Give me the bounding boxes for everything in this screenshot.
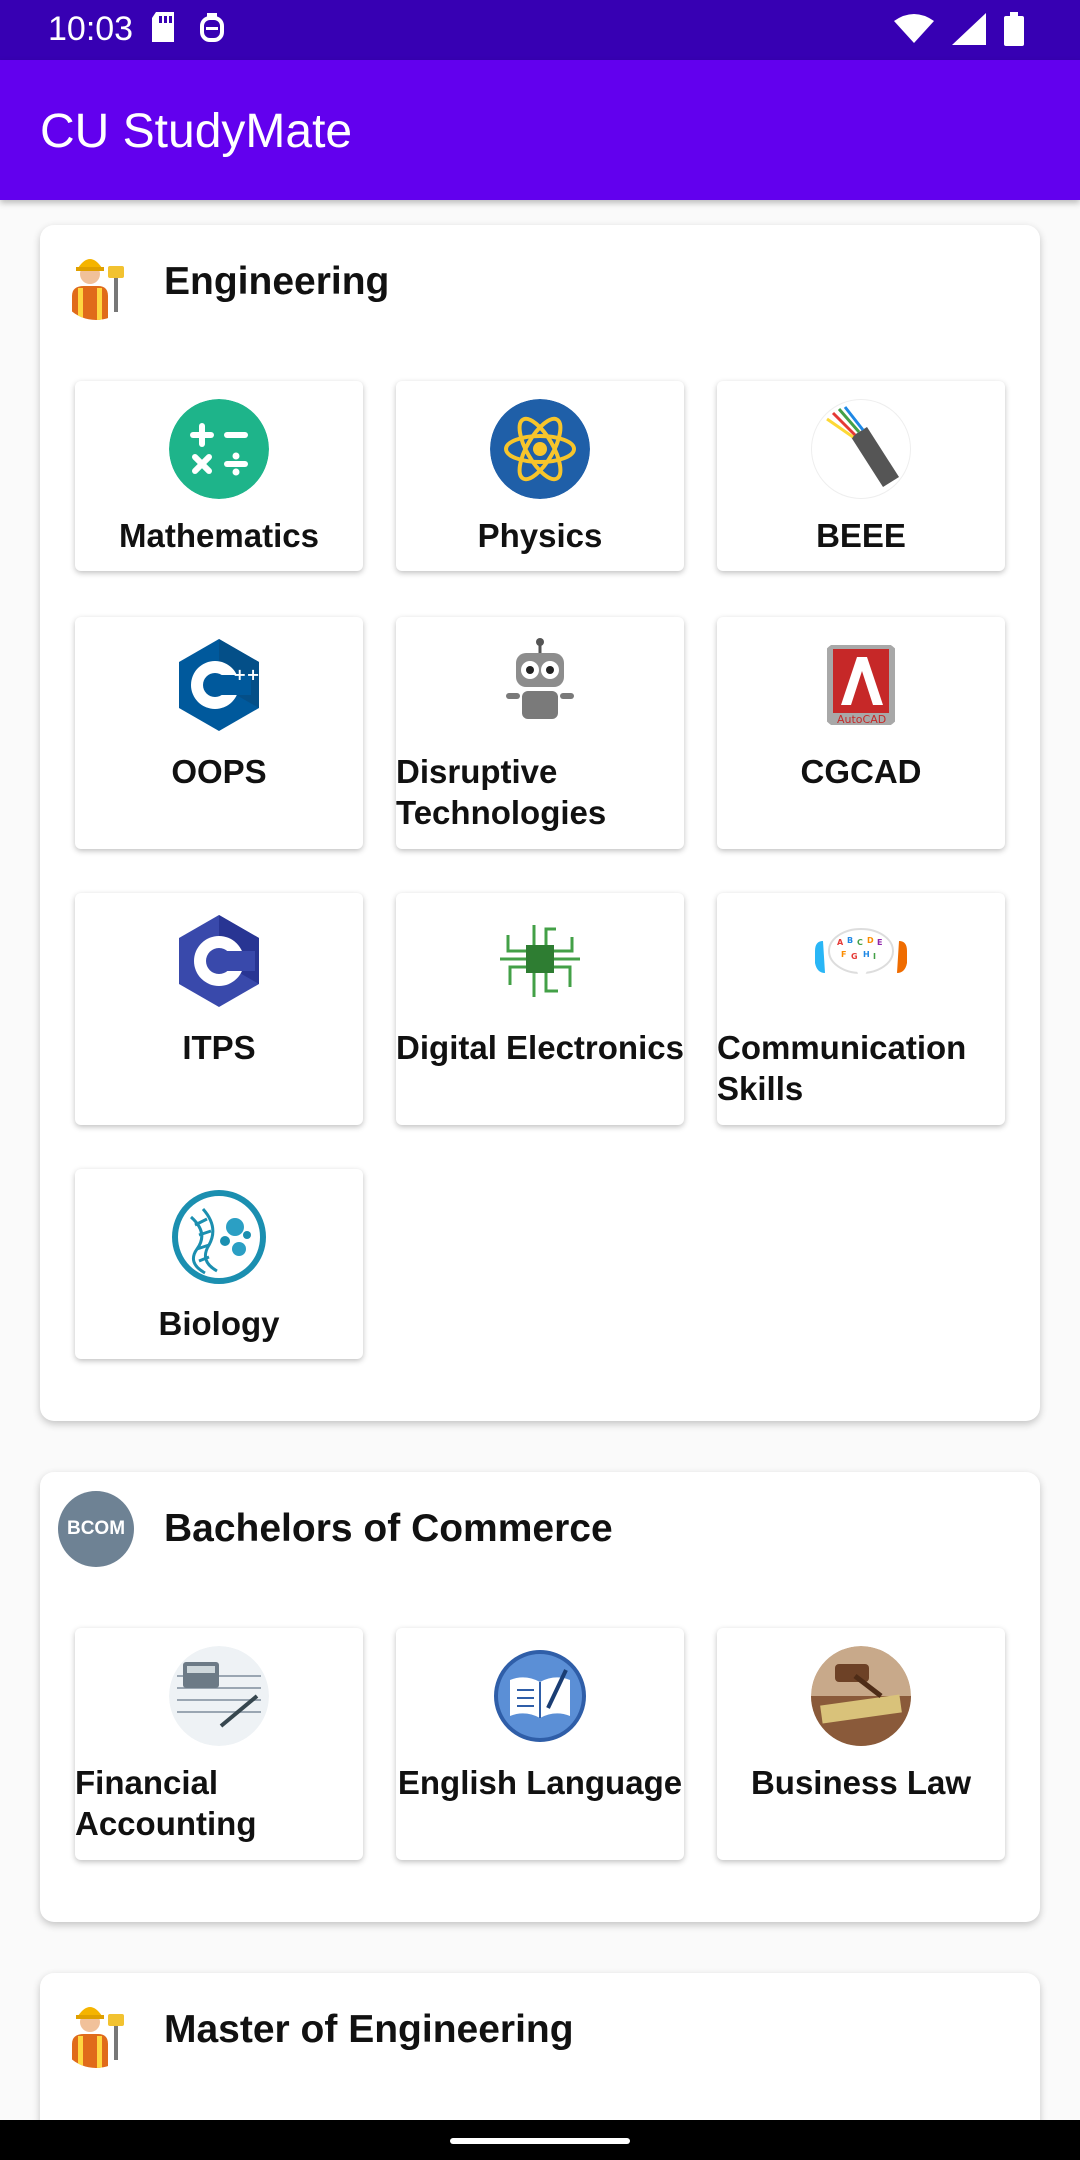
svg-text:++: ++ <box>233 665 260 684</box>
gavel-icon <box>811 1646 911 1746</box>
subject-tile-physics[interactable]: Physics <box>396 381 684 571</box>
status-bar: 10:03 <box>0 0 1080 60</box>
battery-icon <box>1004 12 1024 51</box>
book-icon <box>490 1646 590 1746</box>
svg-text:G: G <box>851 952 858 961</box>
svg-text:B: B <box>847 936 853 945</box>
robot-icon <box>490 635 590 735</box>
subject-tile-english-language[interactable]: English Language <box>396 1628 684 1860</box>
subject-label: Communication Skills <box>717 1029 967 1107</box>
svg-text:AutoCAD: AutoCAD <box>837 713 886 726</box>
svg-text:E: E <box>877 938 882 947</box>
autocad-icon: AutoCAD <box>811 635 911 735</box>
sd-card-icon <box>150 12 176 49</box>
wifi-icon <box>894 13 934 50</box>
course-list[interactable]: Engineering Mathematics Physics BEEE ++ … <box>0 200 1080 2120</box>
engineer-avatar-icon <box>58 1992 134 2068</box>
home-gesture-handle[interactable] <box>450 2138 630 2144</box>
subject-label: English Language <box>397 1764 683 1801</box>
section-title: Master of Engineering <box>164 2008 574 2051</box>
circuit-icon <box>490 911 590 1011</box>
subject-tile-digital-electronics[interactable]: Digital Electronics <box>396 893 684 1125</box>
atom-icon <box>490 399 590 499</box>
subject-tile-cgcad[interactable]: AutoCAD CGCAD <box>717 617 1005 849</box>
subject-label: Biology <box>158 1305 280 1342</box>
subject-label: CGCAD <box>800 753 922 790</box>
engineer-avatar-icon <box>58 244 134 320</box>
subject-tile-business-law[interactable]: Business Law <box>717 1628 1005 1860</box>
subject-tile-mathematics[interactable]: Mathematics <box>75 381 363 571</box>
section-title: Engineering <box>164 260 390 303</box>
subject-label: Business Law <box>750 1764 972 1801</box>
dna-icon <box>169 1187 269 1287</box>
app-bar: CU StudyMate <box>0 60 1080 200</box>
svg-text:A: A <box>837 938 844 947</box>
calculator-icon <box>169 1646 269 1746</box>
svg-text:F: F <box>841 950 846 959</box>
section-title: Bachelors of Commerce <box>164 1507 613 1550</box>
subject-label: OOPS <box>171 753 267 790</box>
c-logo-icon <box>169 911 269 1011</box>
subject-label: Mathematics <box>119 517 319 554</box>
cable-icon <box>811 399 911 499</box>
subject-label: Financial Accounting <box>75 1764 257 1842</box>
subject-label: Physics <box>477 517 603 554</box>
subject-tile-disruptive-technologies[interactable]: Disruptive Technologies <box>396 617 684 849</box>
subject-label: Disruptive Technologies <box>396 753 607 831</box>
signal-icon <box>952 13 986 50</box>
subject-tile-oops[interactable]: ++ OOPS <box>75 617 363 849</box>
subject-tile-biology[interactable]: Biology <box>75 1169 363 1359</box>
speech-bubble-icon: ABCDE FGHI <box>811 911 911 1011</box>
cpp-logo-icon: ++ <box>169 635 269 735</box>
navigation-bar <box>0 2120 1080 2160</box>
svg-text:H: H <box>863 950 870 959</box>
app-title: CU StudyMate <box>40 105 353 158</box>
svg-text:I: I <box>873 952 876 961</box>
subject-label: BEEE <box>816 517 906 554</box>
subject-label: ITPS <box>182 1029 256 1066</box>
bcom-avatar-text: BCOM <box>66 1518 126 1539</box>
section-bachelors-of-commerce[interactable]: BCOM Bachelors of Commerce Financial Acc… <box>40 1472 1040 1922</box>
svg-text:C: C <box>857 938 863 947</box>
subject-label: Digital Electronics <box>396 1029 684 1066</box>
subject-tile-beee[interactable]: BEEE <box>717 381 1005 571</box>
subject-tile-communication-skills[interactable]: ABCDE FGHI Communication Skills <box>717 893 1005 1125</box>
subject-tile-financial-accounting[interactable]: Financial Accounting <box>75 1628 363 1860</box>
math-symbols-icon <box>169 399 269 499</box>
svg-text:D: D <box>867 936 874 945</box>
notification-icon <box>198 12 226 49</box>
section-master-of-engineering[interactable]: Master of Engineering <box>40 1973 1040 2120</box>
subject-tile-itps[interactable]: ITPS <box>75 893 363 1125</box>
bcom-avatar-icon: BCOM <box>58 1491 134 1567</box>
status-time: 10:03 <box>48 10 134 48</box>
section-engineering[interactable]: Engineering Mathematics Physics BEEE ++ … <box>40 225 1040 1421</box>
